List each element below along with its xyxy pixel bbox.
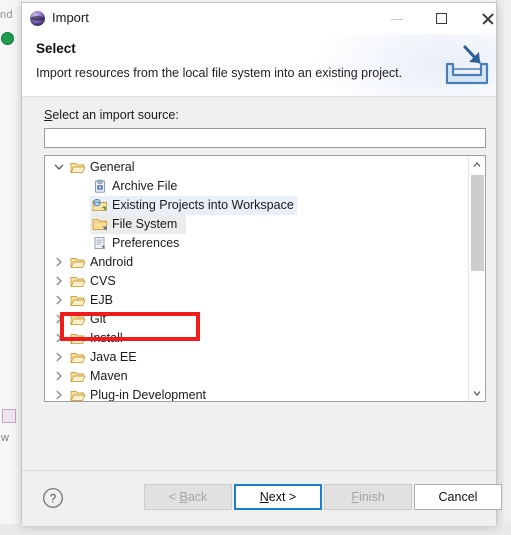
tree-scrollbar[interactable]	[468, 156, 485, 401]
button-mnemonic: F	[351, 490, 359, 504]
projects-import-icon	[92, 198, 108, 213]
svg-text:?: ?	[50, 493, 56, 505]
tree-item-label: Existing Projects into Workspace	[112, 198, 294, 212]
tree-item-label: CVS	[90, 274, 116, 288]
import-dialog: Import Select Import resources from the …	[21, 2, 502, 526]
next-button[interactable]: Next >	[234, 484, 322, 510]
tree-item-install[interactable]: Install	[45, 329, 469, 348]
import-source-label-rest: elect an import source:	[52, 108, 179, 122]
dialog-footer: ? < Back Next > Finish Cancel	[22, 471, 502, 526]
folder-open-icon	[70, 350, 86, 365]
background-green-icon	[1, 32, 14, 45]
folder-open-icon	[70, 255, 86, 270]
chevron-down-icon[interactable]	[54, 162, 64, 172]
folder-open-icon	[70, 369, 86, 384]
folder-arrow-icon	[92, 217, 108, 232]
chevron-right-icon[interactable]	[54, 352, 64, 362]
import-source-filter-input[interactable]	[44, 128, 486, 148]
close-icon[interactable]	[465, 3, 510, 34]
background-right-strip	[496, 0, 511, 535]
background-left-strip: nd w	[0, 0, 22, 535]
help-icon[interactable]: ?	[42, 487, 64, 509]
tree-item-git[interactable]: Git	[45, 310, 469, 329]
minimize-icon[interactable]	[375, 3, 420, 34]
tree-item-label: Java EE	[90, 350, 137, 364]
tree-item-label: EJB	[90, 293, 113, 307]
page-title: Select	[36, 41, 76, 56]
chevron-right-icon[interactable]	[54, 371, 64, 381]
chevron-right-icon[interactable]	[54, 333, 64, 343]
tree-item-label: Android	[90, 255, 134, 269]
tree-item-java-ee[interactable]: Java EE	[45, 348, 469, 367]
folder-open-icon	[70, 293, 86, 308]
tree-item-general[interactable]: General	[45, 158, 469, 177]
preferences-icon	[92, 236, 108, 251]
back-button[interactable]: < Back	[144, 484, 232, 510]
tree-item-cvs[interactable]: CVS	[45, 272, 469, 291]
chevron-right-icon[interactable]	[54, 276, 64, 286]
background-bottom-text: w	[1, 432, 9, 444]
folder-open-icon	[70, 331, 86, 346]
chevron-down-icon[interactable]	[469, 384, 485, 401]
dialog-header: Select Import resources from the local f…	[22, 34, 496, 97]
page-description: Import resources from the local file sys…	[36, 66, 403, 80]
maximize-icon[interactable]	[420, 3, 465, 34]
finish-button[interactable]: Finish	[324, 484, 412, 510]
dialog-titlebar[interactable]: Import	[22, 3, 496, 34]
archive-file-icon	[92, 179, 108, 194]
tree-item-label: General	[90, 160, 135, 174]
background-left-text: nd	[0, 9, 13, 21]
folder-open-icon	[70, 388, 86, 401]
folder-open-icon	[70, 274, 86, 289]
import-tray-arrow-icon	[441, 42, 493, 90]
dialog-title: Import	[52, 10, 89, 25]
dialog-body: Select an import source: General Archive …	[22, 97, 496, 471]
tree-item-plug-in-development[interactable]: Plug-in Development	[45, 386, 469, 402]
cancel-button[interactable]: Cancel	[414, 484, 502, 510]
chevron-right-icon[interactable]	[54, 390, 64, 400]
import-source-tree[interactable]: General Archive File Existing Projects int…	[44, 155, 486, 402]
button-mnemonic: N	[259, 490, 269, 504]
tree-item-maven[interactable]: Maven	[45, 367, 469, 386]
folder-open-icon	[70, 160, 86, 175]
tree-item-label: Plug-in Development	[90, 388, 207, 402]
chevron-right-icon[interactable]	[54, 295, 64, 305]
tree-item-label: Preferences	[112, 236, 180, 250]
tree-scrollbar-thumb[interactable]	[471, 175, 484, 271]
tree-item-label: Git	[90, 312, 106, 326]
eclipse-sphere-icon	[30, 11, 45, 26]
tree-item-ejb[interactable]: EJB	[45, 291, 469, 310]
background-small-icon	[2, 409, 16, 423]
chevron-right-icon[interactable]	[54, 257, 64, 267]
tree-item-file-system[interactable]: File System	[45, 215, 469, 234]
tree-item-label: Install	[90, 331, 123, 345]
tree-item-archive-file[interactable]: Archive File	[45, 177, 469, 196]
button-mnemonic: B	[179, 490, 188, 504]
folder-open-icon	[70, 312, 86, 327]
tree-item-android[interactable]: Android	[45, 253, 469, 272]
tree-row-list: General Archive File Existing Projects int…	[45, 158, 469, 402]
tree-item-label: Maven	[90, 369, 128, 383]
tree-item-existing-projects-into-workspace[interactable]: Existing Projects into Workspace	[45, 196, 469, 215]
tree-item-label: File System	[112, 217, 178, 231]
tree-item-preferences[interactable]: Preferences	[45, 234, 469, 253]
chevron-up-icon[interactable]	[469, 156, 485, 173]
import-source-label: Select an import source:	[44, 108, 179, 122]
tree-item-label: Archive File	[112, 179, 178, 193]
chevron-right-icon[interactable]	[54, 314, 64, 324]
